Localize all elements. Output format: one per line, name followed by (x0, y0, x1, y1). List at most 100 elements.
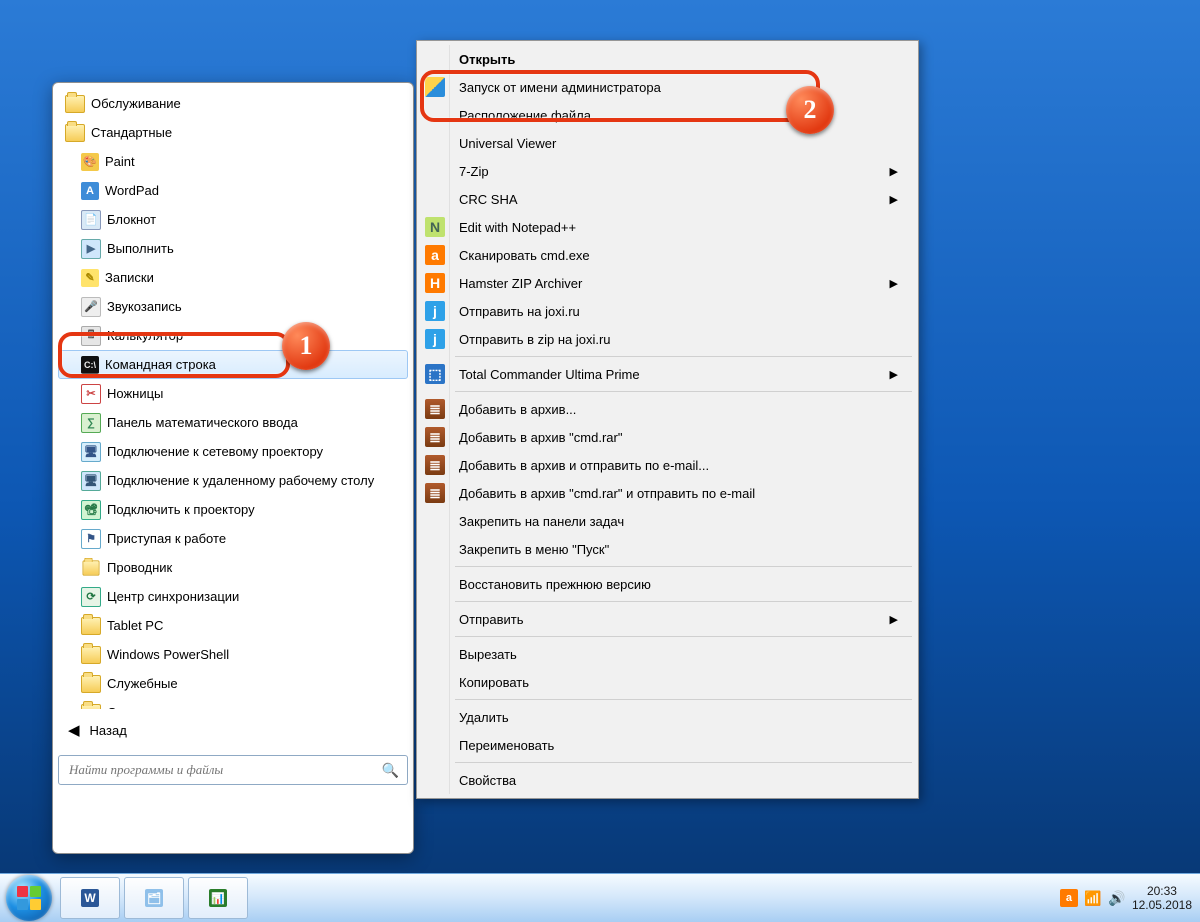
context-menu-separator (455, 391, 912, 392)
ctx-label: CRC SHA (459, 192, 518, 207)
projector-icon: 📽 (81, 500, 101, 520)
tray-volume-icon[interactable]: 🔊 (1108, 889, 1126, 907)
start-menu-programs-list[interactable]: Обслуживание Стандартные 🎨 Paint AWordPad… (58, 89, 408, 709)
ctx-send-zip-joxi[interactable]: jОтправить в zip на joxi.ru (419, 325, 916, 353)
program-paint[interactable]: 🎨 Paint (58, 147, 408, 176)
ctx-7zip[interactable]: 7-Zip ▶ (419, 157, 916, 185)
folder-obsluzhivanie[interactable]: Обслуживание (58, 89, 408, 118)
program-network-projector[interactable]: 🖥 Подключение к сетевому проектору (58, 437, 408, 466)
program-calculator[interactable]: 🖩Калькулятор (58, 321, 408, 350)
ctx-add-archive[interactable]: ≣Добавить в архив... (419, 395, 916, 423)
scissors-icon: ✂ (81, 384, 101, 404)
taskbar: W 🗂 📊 a 📶 🔊 20:33 12.05.2018 (0, 873, 1200, 922)
ctx-label: Свойства (459, 773, 516, 788)
ctx-label: Добавить в архив... (459, 402, 576, 417)
context-menu-separator (455, 601, 912, 602)
program-sticky-notes[interactable]: ✎Записки (58, 263, 408, 292)
taskbar-app-explorer[interactable]: 🗂 (124, 877, 184, 919)
getting-started-icon: ⚑ (81, 529, 101, 549)
ctx-scan-avast[interactable]: aСканировать cmd.exe (419, 241, 916, 269)
word-icon: W (81, 889, 99, 907)
paint-icon: 🎨 (81, 153, 99, 171)
program-label: Командная строка (105, 357, 216, 372)
program-label: Звукозапись (107, 299, 182, 314)
back-label: Назад (90, 723, 127, 738)
folder-accessibility[interactable]: Специальные возможности (58, 698, 408, 709)
ctx-pin-taskbar[interactable]: Закрепить на панели задач (419, 507, 916, 535)
program-notepad[interactable]: 📄Блокнот (58, 205, 408, 234)
program-label: Paint (105, 154, 135, 169)
tray-network-icon[interactable]: 📶 (1084, 889, 1102, 907)
ctx-rename[interactable]: Переименовать (419, 731, 916, 759)
program-command-prompt[interactable]: C:\Командная строка (58, 350, 408, 379)
program-label: Проводник (107, 560, 172, 575)
ctx-archive-cmdrar-email[interactable]: ≣Добавить в архив "cmd.rar" и отправить … (419, 479, 916, 507)
program-getting-started[interactable]: ⚑Приступая к работе (58, 524, 408, 553)
ctx-send-to[interactable]: Отправить▶ (419, 605, 916, 633)
ctx-label: Копировать (459, 675, 529, 690)
ctx-add-archive-cmdrar[interactable]: ≣Добавить в архив "cmd.rar" (419, 423, 916, 451)
explorer-icon (83, 560, 100, 575)
folder-icon (81, 704, 101, 710)
folder-icon (65, 124, 85, 142)
ctx-archive-email[interactable]: ≣Добавить в архив и отправить по e-mail.… (419, 451, 916, 479)
ctx-crc-sha[interactable]: CRC SHA▶ (419, 185, 916, 213)
folder-label: Windows PowerShell (107, 647, 229, 662)
ctx-properties[interactable]: Свойства (419, 766, 916, 794)
ctx-label: Восстановить прежнюю версию (459, 577, 651, 592)
program-snipping-tool[interactable]: ✂Ножницы (58, 379, 408, 408)
ctx-edit-notepadpp[interactable]: NEdit with Notepad++ (419, 213, 916, 241)
context-menu-separator (455, 636, 912, 637)
ctx-pin-start[interactable]: Закрепить в меню "Пуск" (419, 535, 916, 563)
ctx-label: Удалить (459, 710, 509, 725)
projector-net-icon: 🖥 (81, 442, 101, 462)
program-remote-desktop[interactable]: 🖥Подключение к удаленному рабочему столу (58, 466, 408, 495)
ctx-copy[interactable]: Копировать (419, 668, 916, 696)
start-menu-back[interactable]: ◀ Назад (58, 715, 408, 745)
folder-label: Стандартные (91, 125, 172, 140)
taskbar-clock[interactable]: 20:33 12.05.2018 (1132, 884, 1192, 912)
start-menu-search[interactable]: 🔍 (58, 755, 408, 785)
ctx-restore-previous[interactable]: Восстановить прежнюю версию (419, 570, 916, 598)
ctx-hamster-zip[interactable]: HHamster ZIP Archiver▶ (419, 269, 916, 297)
program-run[interactable]: ▶Выполнить (58, 234, 408, 263)
ctx-send-joxi[interactable]: jОтправить на joxi.ru (419, 297, 916, 325)
ctx-cut[interactable]: Вырезать (419, 640, 916, 668)
program-wordpad[interactable]: AWordPad (58, 176, 408, 205)
ctx-label: 7-Zip (459, 164, 489, 179)
ctx-total-commander[interactable]: ⬚Total Commander Ultima Prime▶ (419, 360, 916, 388)
program-label: Калькулятор (107, 328, 183, 343)
program-math-input[interactable]: ∑Панель математического ввода (58, 408, 408, 437)
folder-label: Служебные (107, 676, 178, 691)
folder-sluzhebnye[interactable]: Служебные (58, 669, 408, 698)
program-sync-center[interactable]: ⟳Центр синхронизации (58, 582, 408, 611)
start-button[interactable] (6, 875, 52, 921)
submenu-arrow-icon: ▶ (890, 165, 898, 178)
folder-label: Специальные возможности (107, 705, 273, 709)
folder-powershell[interactable]: Windows PowerShell (58, 640, 408, 669)
taskbar-app-word[interactable]: W (60, 877, 120, 919)
ctx-file-location[interactable]: Расположение файла (419, 101, 916, 129)
submenu-arrow-icon: ▶ (890, 277, 898, 290)
ctx-universal-viewer[interactable]: Universal Viewer (419, 129, 916, 157)
folder-standartnye[interactable]: Стандартные (58, 118, 408, 147)
ctx-open[interactable]: Открыть (419, 45, 916, 73)
program-label: WordPad (105, 183, 159, 198)
program-explorer[interactable]: Проводник (58, 553, 408, 582)
program-sound-recorder[interactable]: 🎤Звукозапись (58, 292, 408, 321)
program-label: Подключение к удаленному рабочему столу (107, 473, 374, 488)
context-menu-separator (455, 566, 912, 567)
ctx-label: Закрепить в меню "Пуск" (459, 542, 609, 557)
folder-icon (81, 646, 101, 664)
folder-tablet-pc[interactable]: Tablet PC (58, 611, 408, 640)
search-input[interactable] (67, 761, 382, 779)
taskbar-app-monitor[interactable]: 📊 (188, 877, 248, 919)
ctx-run-as-admin[interactable]: Запуск от имени администратора (419, 73, 916, 101)
winrar-icon: ≣ (425, 483, 445, 503)
ctx-label: Сканировать cmd.exe (459, 248, 590, 263)
context-menu-separator (455, 699, 912, 700)
program-label: Подключение к сетевому проектору (107, 444, 323, 459)
tray-app-icon[interactable]: a (1060, 889, 1078, 907)
program-connect-projector[interactable]: 📽Подключить к проектору (58, 495, 408, 524)
ctx-delete[interactable]: Удалить (419, 703, 916, 731)
